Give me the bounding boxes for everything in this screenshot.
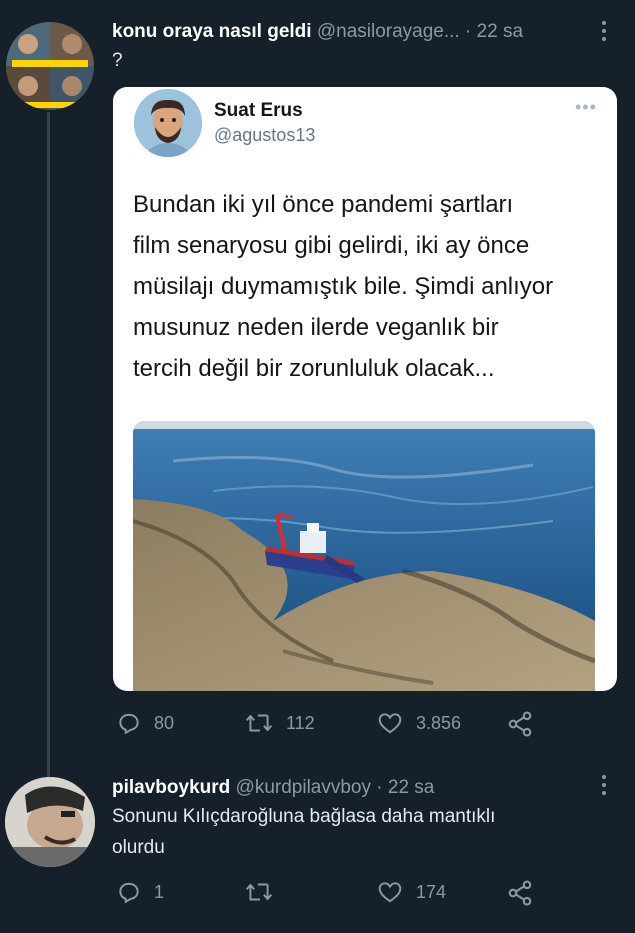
share-button[interactable] bbox=[506, 710, 534, 738]
tweet-actions: 1 174 bbox=[116, 879, 536, 909]
quoted-tweet-card[interactable]: Suat Erus @agustos13 ••• Bundan iki yıl … bbox=[113, 87, 617, 691]
quoted-text-line: musunuz neden ilerde veganlık bir bbox=[133, 314, 499, 341]
retweet-icon bbox=[245, 883, 273, 901]
quoted-username[interactable]: @agustos13 bbox=[214, 125, 315, 146]
quoted-text-line: tercih değil bir zorunluluk olacak... bbox=[133, 355, 495, 382]
reply-icon bbox=[119, 713, 139, 735]
like-count: 174 bbox=[416, 881, 447, 902]
avatar[interactable] bbox=[5, 777, 95, 867]
like-icon bbox=[378, 882, 402, 903]
reply-button[interactable]: 80 bbox=[116, 710, 174, 736]
like-icon bbox=[378, 713, 402, 734]
reply-button[interactable]: 1 bbox=[116, 879, 164, 905]
quoted-text-line: film senaryosu gibi gelirdi, iki ay önce bbox=[133, 232, 530, 259]
timestamp[interactable]: · 22 sa bbox=[465, 21, 523, 42]
quoted-text-line: müsilajı duymamıştık bile. Şimdi anlıyor bbox=[133, 273, 554, 300]
display-name[interactable]: pilavboykurd bbox=[112, 777, 230, 798]
timestamp[interactable]: · 22 sa bbox=[376, 777, 434, 798]
share-icon bbox=[508, 711, 532, 737]
more-horizontal-icon[interactable]: ••• bbox=[575, 97, 597, 118]
sea-photo-image[interactable] bbox=[133, 421, 595, 691]
thread-connector-line bbox=[47, 112, 50, 777]
retweet-icon bbox=[245, 714, 273, 732]
like-button[interactable]: 174 bbox=[376, 879, 446, 905]
share-button[interactable] bbox=[506, 879, 534, 907]
username[interactable]: @kurdpilavvboy bbox=[236, 777, 371, 798]
like-button[interactable]: 3.856 bbox=[376, 710, 461, 736]
tweet-header: pilavboykurd @kurdpilavvboy · 22 sa bbox=[112, 777, 434, 799]
avatar[interactable] bbox=[134, 89, 202, 157]
avatar[interactable] bbox=[6, 22, 94, 110]
tweet-header: konu oraya nasıl geldi @nasilorayage... … bbox=[112, 21, 523, 43]
username[interactable]: @nasilorayage... bbox=[317, 21, 460, 42]
reply-icon bbox=[119, 882, 139, 904]
retweet-count: 112 bbox=[286, 712, 315, 733]
display-name[interactable]: konu oraya nasıl geldi bbox=[112, 21, 312, 42]
share-icon bbox=[508, 880, 532, 906]
reply-count: 1 bbox=[154, 881, 165, 902]
retweet-button[interactable]: 112 bbox=[244, 710, 315, 736]
tweet-actions: 80 112 3.856 bbox=[116, 710, 536, 740]
reply-count: 80 bbox=[154, 712, 175, 733]
quoted-tweet-text: Bundan iki yıl önce pandemi şartları fil… bbox=[133, 184, 603, 389]
tweet-text: ? bbox=[112, 50, 123, 71]
tweet-text-line: olurdu bbox=[112, 837, 165, 858]
tweet-text-line: Sonunu Kılıçdaroğluna bağlasa daha mantı… bbox=[112, 806, 496, 827]
quoted-display-name[interactable]: Suat Erus bbox=[214, 100, 303, 122]
more-vertical-icon[interactable] bbox=[601, 775, 607, 795]
more-vertical-icon[interactable] bbox=[601, 21, 607, 41]
quoted-text-line: Bundan iki yıl önce pandemi şartları bbox=[133, 191, 514, 218]
retweet-button[interactable] bbox=[244, 879, 286, 905]
tweet-text: Sonunu Kılıçdaroğluna bağlasa daha mantı… bbox=[112, 801, 495, 863]
like-count: 3.856 bbox=[416, 712, 462, 733]
